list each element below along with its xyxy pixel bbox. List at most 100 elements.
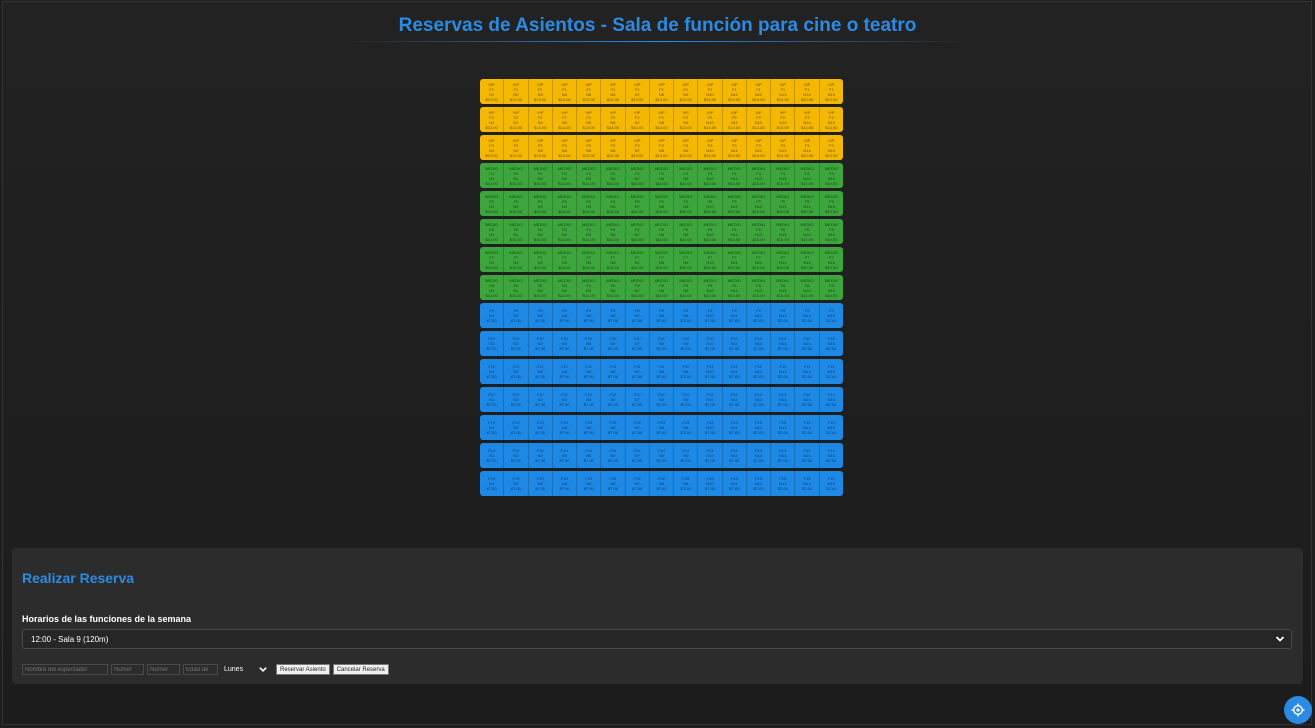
seat-button[interactable]: MEDIO F4 N8 $10.00	[650, 163, 675, 188]
seat-button[interactable]: VIP F2 N11 $13.00	[723, 107, 747, 132]
seat-button[interactable]: MEDIO F5 N6 $10.00	[601, 191, 626, 216]
seat-button[interactable]: MEDIO F7 N3 $10.00	[529, 247, 553, 272]
settings-fab-button[interactable]	[1284, 696, 1312, 724]
seat-button[interactable]: F15 N10 $7.00	[698, 471, 723, 496]
seat-button[interactable]: F11 N12 $7.00	[747, 359, 772, 384]
seat-button[interactable]: F12 N14 $7.00	[795, 387, 820, 412]
seat-button[interactable]: VIP F3 N15 $13.00	[820, 135, 843, 160]
seat-button[interactable]: F15 N2 $7.00	[504, 471, 529, 496]
seat-button[interactable]: F12 N13 $7.00	[771, 387, 796, 412]
seat-button[interactable]: F9 N5 $7.00	[577, 303, 602, 328]
seat-button[interactable]: F14 N1 $7.00	[480, 443, 505, 468]
seat-button[interactable]: MEDIO F6 N11 $10.00	[723, 219, 747, 244]
seat-button[interactable]: F9 N9 $7.00	[674, 303, 699, 328]
seat-button[interactable]: MEDIO F5 N10 $10.00	[698, 191, 723, 216]
seat-button[interactable]: F11 N15 $7.00	[820, 359, 843, 384]
seat-button[interactable]: MEDIO F6 N6 $10.00	[601, 219, 626, 244]
seat-button[interactable]: F14 N5 $7.00	[577, 443, 602, 468]
seat-button[interactable]: MEDIO F4 N14 $10.00	[795, 163, 820, 188]
seat-button[interactable]: MEDIO F8 N4 $10.00	[553, 275, 578, 300]
seat-button[interactable]: F13 N8 $7.00	[650, 415, 675, 440]
seat-button[interactable]: F9 N13 $7.00	[771, 303, 796, 328]
schedule-select[interactable]: 12:00 - Sala 9 (120m)	[22, 629, 1292, 649]
seat-button[interactable]: MEDIO F7 N1 $10.00	[480, 247, 505, 272]
seat-button[interactable]: MEDIO F5 N13 $10.00	[771, 191, 796, 216]
seat-button[interactable]: F12 N5 $7.00	[577, 387, 602, 412]
spectator-name-input[interactable]	[22, 664, 108, 675]
seat-button[interactable]: F12 N9 $7.00	[674, 387, 699, 412]
seat-button[interactable]: F15 N6 $7.00	[601, 471, 626, 496]
seat-button[interactable]: F11 N5 $7.00	[577, 359, 602, 384]
seat-button[interactable]: VIP F3 N9 $13.00	[674, 135, 699, 160]
seat-button[interactable]: F13 N7 $7.00	[626, 415, 650, 440]
seat-button[interactable]: F15 N12 $7.00	[747, 471, 772, 496]
seat-button[interactable]: F10 N5 $7.00	[577, 331, 602, 356]
seat-button[interactable]: F15 N13 $7.00	[771, 471, 796, 496]
seat-button[interactable]: F9 N15 $7.00	[820, 303, 843, 328]
seat-button[interactable]: F14 N2 $7.00	[504, 443, 529, 468]
seat-button[interactable]: VIP F1 N2 $13.00	[504, 79, 529, 104]
seat-number-input[interactable]	[147, 664, 180, 675]
seat-button[interactable]: F13 N12 $7.00	[747, 415, 772, 440]
seat-button[interactable]: MEDIO F8 N6 $10.00	[601, 275, 626, 300]
seat-button[interactable]: F11 N13 $7.00	[771, 359, 796, 384]
seat-button[interactable]: F11 N4 $7.00	[553, 359, 578, 384]
seat-button[interactable]: MEDIO F8 N14 $10.00	[795, 275, 820, 300]
seat-button[interactable]: VIP F2 N6 $13.00	[601, 107, 626, 132]
seat-button[interactable]: F10 N8 $7.00	[650, 331, 675, 356]
seat-button[interactable]: F9 N7 $7.00	[626, 303, 650, 328]
seat-button[interactable]: VIP F2 N15 $13.00	[820, 107, 843, 132]
seat-button[interactable]: F11 N7 $7.00	[626, 359, 650, 384]
seat-button[interactable]: MEDIO F7 N2 $10.00	[504, 247, 529, 272]
seat-button[interactable]: F11 N2 $7.00	[504, 359, 529, 384]
seat-button[interactable]: MEDIO F6 N2 $10.00	[504, 219, 529, 244]
seat-button[interactable]: MEDIO F7 N5 $10.00	[577, 247, 602, 272]
seat-button[interactable]: MEDIO F8 N2 $10.00	[504, 275, 529, 300]
seat-button[interactable]: MEDIO F6 N12 $10.00	[747, 219, 772, 244]
seat-button[interactable]: F10 N4 $7.00	[553, 331, 578, 356]
seat-button[interactable]: MEDIO F6 N13 $10.00	[771, 219, 796, 244]
seat-button[interactable]: F12 N11 $7.00	[723, 387, 747, 412]
seat-button[interactable]: VIP F2 N9 $13.00	[674, 107, 699, 132]
seat-button[interactable]: F12 N15 $7.00	[820, 387, 843, 412]
seat-button[interactable]: MEDIO F8 N11 $10.00	[723, 275, 747, 300]
seat-button[interactable]: MEDIO F5 N5 $10.00	[577, 191, 602, 216]
seat-button[interactable]: VIP F2 N2 $13.00	[504, 107, 529, 132]
seat-button[interactable]: MEDIO F5 N1 $10.00	[480, 191, 505, 216]
seat-button[interactable]: F9 N10 $7.00	[698, 303, 723, 328]
seat-button[interactable]: MEDIO F8 N12 $10.00	[747, 275, 772, 300]
seat-button[interactable]: MEDIO F8 N8 $10.00	[650, 275, 675, 300]
seat-button[interactable]: F15 N15 $7.00	[820, 471, 843, 496]
seat-button[interactable]: VIP F2 N14 $13.00	[795, 107, 820, 132]
seat-button[interactable]: MEDIO F4 N3 $10.00	[529, 163, 553, 188]
seat-button[interactable]: F14 N15 $7.00	[820, 443, 843, 468]
seat-button[interactable]: MEDIO F5 N7 $10.00	[626, 191, 650, 216]
seat-button[interactable]: F13 N3 $7.00	[529, 415, 553, 440]
seat-button[interactable]: MEDIO F8 N5 $10.00	[577, 275, 602, 300]
seat-button[interactable]: VIP F3 N14 $13.00	[795, 135, 820, 160]
seat-button[interactable]: MEDIO F6 N5 $10.00	[577, 219, 602, 244]
seat-button[interactable]: F12 N6 $7.00	[601, 387, 626, 412]
seat-button[interactable]: F13 N9 $7.00	[674, 415, 699, 440]
seat-button[interactable]: MEDIO F4 N6 $10.00	[601, 163, 626, 188]
seat-button[interactable]: VIP F1 N11 $13.00	[723, 79, 747, 104]
seat-button[interactable]: F15 N3 $7.00	[529, 471, 553, 496]
seat-button[interactable]: MEDIO F7 N13 $10.00	[771, 247, 796, 272]
seat-button[interactable]: F14 N14 $7.00	[795, 443, 820, 468]
seat-button[interactable]: MEDIO F6 N8 $10.00	[650, 219, 675, 244]
seat-button[interactable]: VIP F1 N8 $13.00	[650, 79, 675, 104]
seat-button[interactable]: F12 N2 $7.00	[504, 387, 529, 412]
seat-button[interactable]: MEDIO F6 N15 $10.00	[820, 219, 843, 244]
seat-button[interactable]: F9 N14 $7.00	[795, 303, 820, 328]
seat-button[interactable]: F13 N2 $7.00	[504, 415, 529, 440]
seat-button[interactable]: MEDIO F6 N7 $10.00	[626, 219, 650, 244]
seat-button[interactable]: MEDIO F5 N8 $10.00	[650, 191, 675, 216]
seat-button[interactable]: VIP F2 N3 $13.00	[529, 107, 553, 132]
seat-button[interactable]: MEDIO F5 N12 $10.00	[747, 191, 772, 216]
seat-button[interactable]: MEDIO F8 N7 $10.00	[626, 275, 650, 300]
seat-button[interactable]: F12 N12 $7.00	[747, 387, 772, 412]
seat-button[interactable]: VIP F2 N8 $13.00	[650, 107, 675, 132]
seat-button[interactable]: F12 N1 $7.00	[480, 387, 505, 412]
seat-button[interactable]: MEDIO F5 N11 $10.00	[723, 191, 747, 216]
seat-button[interactable]: MEDIO F5 N9 $10.00	[674, 191, 699, 216]
